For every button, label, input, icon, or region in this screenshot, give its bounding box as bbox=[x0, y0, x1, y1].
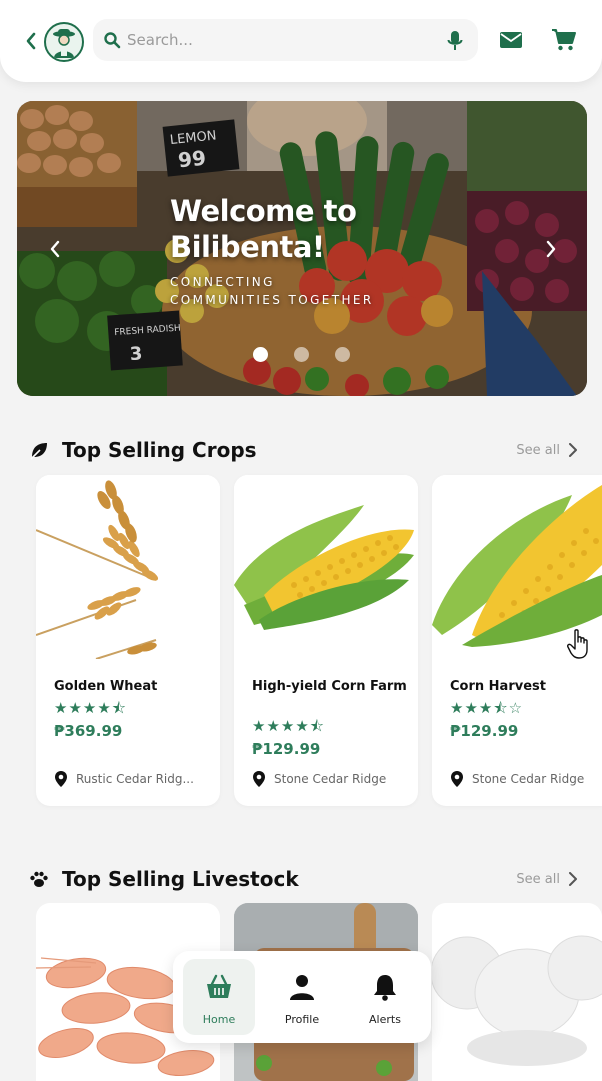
banner-subtitle-line-2: COMMUNITIES TOGETHER bbox=[170, 293, 374, 307]
cart-icon bbox=[552, 29, 576, 51]
top-header bbox=[0, 0, 602, 82]
hero-banner[interactable]: LEMON 99 FRESH RADISH 3 bbox=[17, 101, 587, 396]
product-location: Stone Cedar Ridge bbox=[252, 770, 418, 788]
banner-pagination bbox=[253, 347, 363, 363]
location-text: Stone Cedar Ridge bbox=[472, 772, 585, 786]
chevron-right-icon bbox=[569, 443, 577, 457]
nav-label: Home bbox=[202, 1013, 236, 1026]
banner-subtitle-line-1: CONNECTING bbox=[170, 275, 275, 289]
product-price: ₱129.99 bbox=[450, 722, 519, 740]
corn-image bbox=[234, 475, 418, 659]
location-pin-icon bbox=[55, 771, 67, 787]
leaf-icon bbox=[30, 443, 47, 460]
half-star-icon: ⯪ bbox=[493, 699, 509, 717]
chevron-left-icon bbox=[26, 32, 36, 50]
see-all-label: See all bbox=[516, 442, 560, 458]
half-star-icon: ⯪ bbox=[309, 717, 326, 735]
rating-stars: ★★★★⯪ bbox=[54, 699, 128, 717]
wheat-image bbox=[36, 475, 220, 659]
product-card[interactable]: High-yield Corn Farm ★★★★⯪ ₱129.99 Stone… bbox=[234, 475, 418, 806]
rating-stars: ★★★★⯪ bbox=[252, 717, 326, 735]
chevron-right-icon bbox=[546, 240, 556, 258]
product-location: Rustic Cedar Ridg... bbox=[54, 770, 220, 788]
hand-cursor-icon bbox=[567, 629, 588, 659]
microphone-icon[interactable] bbox=[446, 30, 464, 52]
banner-dot-3[interactable] bbox=[335, 347, 350, 362]
messages-button[interactable] bbox=[499, 30, 525, 52]
nav-alerts[interactable]: Alerts bbox=[349, 959, 421, 1035]
banner-dot-1[interactable] bbox=[253, 347, 268, 362]
banner-dot-2[interactable] bbox=[294, 347, 309, 362]
person-icon bbox=[290, 975, 314, 1000]
livestock-section-title: Top Selling Livestock bbox=[62, 867, 299, 891]
product-price: ₱129.99 bbox=[252, 740, 321, 758]
nav-profile[interactable]: Profile bbox=[266, 959, 338, 1035]
search-input[interactable] bbox=[127, 19, 437, 61]
chevron-right-icon bbox=[569, 872, 577, 886]
rating-stars: ★★★⯪☆ bbox=[450, 699, 524, 717]
location-pin-icon bbox=[451, 771, 463, 787]
location-pin-icon bbox=[253, 771, 265, 787]
banner-title-line-2: Bilibenta! bbox=[170, 230, 325, 264]
product-location: Stone Cedar Ridge bbox=[450, 770, 602, 788]
banner-prev-button[interactable] bbox=[45, 239, 65, 259]
nav-label: Alerts bbox=[369, 1013, 401, 1026]
eggs-image bbox=[432, 903, 602, 1081]
search-icon bbox=[104, 32, 121, 49]
mail-icon bbox=[500, 32, 522, 48]
banner-next-button[interactable] bbox=[541, 239, 561, 259]
location-text: Stone Cedar Ridge bbox=[274, 772, 387, 786]
back-button[interactable] bbox=[22, 30, 40, 52]
product-price: ₱369.99 bbox=[54, 722, 123, 740]
livestock-see-all-link[interactable]: See all bbox=[516, 869, 578, 889]
product-name: High-yield Corn Farm bbox=[252, 679, 407, 694]
crops-section-title: Top Selling Crops bbox=[62, 438, 257, 462]
half-star-icon: ⯪ bbox=[111, 699, 128, 717]
crops-see-all-link[interactable]: See all bbox=[516, 440, 578, 460]
see-all-label: See all bbox=[516, 871, 560, 887]
location-text: Rustic Cedar Ridg... bbox=[76, 772, 194, 786]
nav-label: Profile bbox=[284, 1013, 320, 1026]
paw-icon bbox=[30, 871, 48, 887]
bell-icon bbox=[374, 975, 396, 1001]
app-logo[interactable] bbox=[44, 22, 84, 62]
banner-title-line-1: Welcome to bbox=[170, 194, 357, 228]
product-card[interactable]: Golden Wheat ★★★★⯪ ₱369.99 Rustic Cedar … bbox=[36, 475, 220, 806]
search-bar[interactable] bbox=[93, 19, 478, 61]
banner-subtitle: CONNECTING COMMUNITIES TOGETHER bbox=[170, 273, 430, 309]
livestock-card[interactable] bbox=[432, 903, 602, 1081]
empty-star-icon: ☆ bbox=[508, 699, 524, 717]
cart-button[interactable] bbox=[551, 28, 577, 52]
product-name: Corn Harvest bbox=[450, 679, 546, 694]
basket-icon bbox=[207, 974, 231, 998]
chevron-left-icon bbox=[50, 240, 60, 258]
nav-home[interactable]: Home bbox=[183, 959, 255, 1035]
crops-section-header: Top Selling Crops See all bbox=[28, 436, 578, 464]
product-name: Golden Wheat bbox=[54, 679, 158, 694]
livestock-section-header: Top Selling Livestock See all bbox=[28, 865, 578, 893]
farmer-logo-icon bbox=[53, 29, 75, 58]
bottom-navigation: Home Profile Alerts bbox=[173, 951, 431, 1043]
banner-title: Welcome to Bilibenta! bbox=[170, 193, 430, 265]
